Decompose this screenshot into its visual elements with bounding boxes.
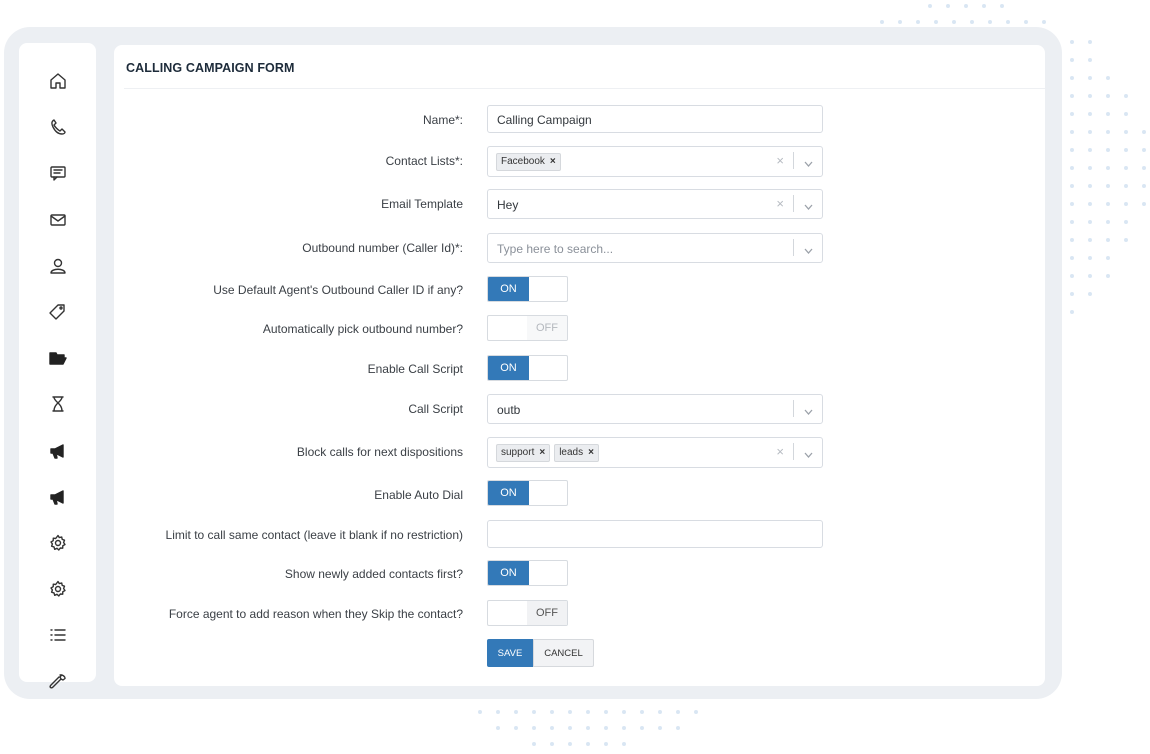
phone-icon[interactable] — [19, 112, 96, 142]
force-reason-toggle[interactable]: OFF — [487, 600, 568, 626]
name-value: Calling Campaign — [497, 113, 592, 127]
select-divider — [793, 400, 794, 417]
disposition-tag: support × — [496, 444, 551, 462]
name-label: Name*: — [422, 113, 463, 127]
call-script-label: Call Script — [408, 402, 463, 416]
select-divider — [793, 152, 794, 169]
clear-icon[interactable]: × — [776, 196, 784, 211]
toggle-off-state: OFF — [527, 316, 567, 340]
contact-list-tag: Facebook × — [496, 153, 561, 171]
form-actions: SAVE CANCEL — [487, 639, 594, 667]
email-template-select[interactable]: Hey × — [487, 189, 823, 219]
remove-tag-icon[interactable]: × — [550, 155, 556, 169]
chevron-down-icon[interactable] — [804, 447, 813, 458]
newly-added-label: Show newly added contacts first? — [284, 567, 463, 581]
list-icon[interactable] — [19, 620, 96, 650]
remove-tag-icon[interactable]: × — [588, 446, 594, 460]
cancel-button[interactable]: CANCEL — [533, 639, 594, 667]
remove-tag-icon[interactable]: × — [539, 446, 545, 460]
clear-icon[interactable]: × — [776, 444, 784, 459]
name-field[interactable]: Calling Campaign — [487, 105, 823, 133]
toggle-on-state: ON — [488, 481, 529, 505]
page-title: CALLING CAMPAIGN FORM — [126, 61, 295, 75]
default-agent-toggle[interactable]: ON — [487, 276, 568, 302]
enable-script-toggle[interactable]: ON — [487, 355, 568, 381]
limit-input[interactable] — [487, 520, 823, 548]
block-calls-label: Block calls for next dispositions — [296, 445, 463, 459]
gear-icon[interactable] — [19, 574, 96, 604]
auto-dial-toggle[interactable]: ON — [487, 480, 568, 506]
chevron-down-icon[interactable] — [804, 199, 813, 210]
email-template-label: Email Template — [381, 197, 463, 211]
outbound-number-placeholder: Type here to search... — [497, 242, 614, 256]
sidebar — [19, 43, 96, 689]
megaphone-icon[interactable] — [19, 482, 96, 512]
mail-icon[interactable] — [19, 205, 96, 235]
decorative-dots-bottom — [470, 700, 710, 754]
tag-icon[interactable] — [19, 297, 96, 327]
hourglass-icon[interactable] — [19, 389, 96, 419]
gear-icon[interactable] — [19, 528, 96, 558]
toggle-on-state: ON — [488, 277, 529, 301]
chat-icon[interactable] — [19, 158, 96, 188]
chevron-down-icon[interactable] — [804, 156, 813, 167]
wrench-icon[interactable] — [19, 667, 96, 697]
campaign-form-panel: CALLING CAMPAIGN FORM Name*: Calling Cam… — [114, 45, 1045, 686]
limit-label: Limit to call same contact (leave it bla… — [165, 528, 463, 542]
block-calls-select[interactable]: support × leads × × — [487, 437, 823, 468]
tag-label: support — [501, 447, 535, 458]
outbound-number-select[interactable]: Type here to search... — [487, 233, 823, 263]
contact-lists-label: Contact Lists*: — [385, 154, 463, 168]
enable-script-label: Enable Call Script — [367, 362, 463, 376]
folder-icon[interactable] — [19, 343, 96, 373]
clear-icon[interactable]: × — [776, 153, 784, 168]
tag-label: Facebook — [501, 156, 545, 167]
auto-pick-label: Automatically pick outbound number? — [262, 322, 463, 336]
toggle-on-state: ON — [488, 356, 529, 380]
newly-added-toggle[interactable]: ON — [487, 560, 568, 586]
select-divider — [793, 195, 794, 212]
contact-lists-select[interactable]: Facebook × × — [487, 146, 823, 177]
disposition-tag: leads × — [554, 444, 599, 462]
chevron-down-icon[interactable] — [804, 404, 813, 415]
default-agent-label: Use Default Agent's Outbound Caller ID i… — [213, 283, 463, 297]
title-divider — [124, 88, 1045, 89]
auto-dial-label: Enable Auto Dial — [374, 488, 463, 502]
select-divider — [793, 443, 794, 460]
select-divider — [793, 239, 794, 256]
force-reason-label: Force agent to add reason when they Skip… — [168, 607, 463, 621]
tag-label: leads — [559, 447, 584, 458]
chevron-down-icon[interactable] — [804, 243, 813, 254]
outbound-number-label: Outbound number (Caller Id)*: — [302, 241, 463, 255]
user-icon[interactable] — [19, 251, 96, 281]
toggle-on-state: ON — [488, 561, 529, 585]
toggle-off-state: OFF — [527, 601, 567, 625]
save-button[interactable]: SAVE — [487, 639, 533, 667]
megaphone-icon[interactable] — [19, 436, 96, 466]
home-icon[interactable] — [19, 66, 96, 96]
auto-pick-toggle[interactable]: OFF — [487, 315, 568, 341]
call-script-select[interactable]: outb — [487, 394, 823, 424]
email-template-value: Hey — [497, 198, 519, 212]
call-script-value: outb — [497, 403, 521, 417]
